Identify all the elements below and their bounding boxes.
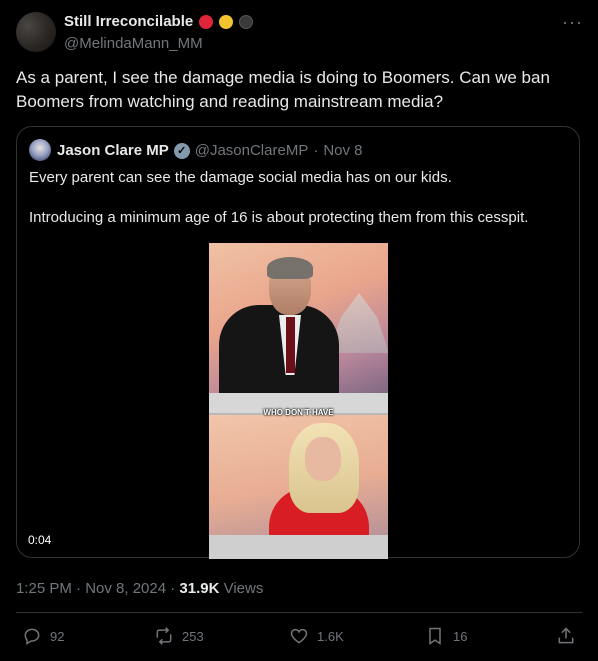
heart-icon: [290, 628, 308, 644]
quoted-header: Jason Clare MP ✓ @JasonClareMP · Nov 8: [57, 142, 363, 159]
views-count: 31.9K: [179, 580, 220, 597]
video-player[interactable]: WHO DON'T HAVE: [209, 243, 388, 559]
reply-button[interactable]: 92: [22, 626, 64, 646]
reply-count: 92: [50, 628, 65, 644]
quoted-text: Every parent can see the damage social m…: [29, 168, 569, 228]
share-button[interactable]: [556, 626, 576, 646]
more-options-icon[interactable]: ···: [562, 12, 583, 33]
share-icon: [558, 627, 574, 644]
like-button[interactable]: 1.6K: [289, 626, 344, 646]
quoted-date: Nov 8: [323, 142, 363, 159]
author-handle[interactable]: @MelindaMann_MM: [64, 35, 203, 52]
black-circle-emoji-icon: [239, 14, 254, 29]
tweet-meta: 1:25 PM · Nov 8, 2024 · 31.9K Views: [16, 580, 263, 597]
quoted-avatar: [29, 139, 51, 161]
quoted-text-line1: Every parent can see the damage social m…: [29, 169, 452, 186]
video-caption: WHO DON'T HAVE: [263, 408, 334, 417]
repost-icon: [156, 627, 172, 645]
author-name-row: Still Irreconcilable: [64, 13, 254, 30]
reply-icon: [24, 628, 40, 645]
bookmark-button[interactable]: 16: [425, 626, 467, 646]
man-tie: [286, 317, 295, 373]
author-avatar[interactable]: [16, 12, 56, 52]
repost-count: 253: [182, 628, 204, 644]
tweet-text: As a parent, I see the damage media is d…: [16, 68, 550, 111]
bookmark-icon: [429, 627, 441, 645]
video-frame-top: [209, 243, 388, 415]
yellow-circle-emoji-icon: [219, 14, 234, 29]
video-duration: 0:04: [28, 533, 52, 547]
verified-badge-icon: ✓: [173, 142, 190, 159]
divider: [16, 612, 582, 613]
bookmark-count: 16: [453, 628, 468, 644]
man-hair: [267, 257, 313, 279]
woman-face: [305, 437, 341, 481]
tweet-timestamp[interactable]: 1:25 PM · Nov 8, 2024 ·: [16, 580, 179, 597]
repost-button[interactable]: 253: [154, 626, 204, 646]
like-count: 1.6K: [317, 628, 344, 644]
quoted-text-line2: Introducing a minimum age of 16 is about…: [29, 209, 529, 226]
video-frame-bottom: [209, 415, 388, 559]
views-label: Views: [219, 580, 264, 597]
quoted-separator: ·: [313, 142, 319, 159]
table: [209, 535, 388, 559]
author-name[interactable]: Still Irreconcilable: [64, 13, 193, 30]
red-circle-emoji-icon: [199, 14, 214, 29]
quoted-author-name: Jason Clare MP: [57, 142, 169, 159]
quoted-handle: @JasonClareMP: [194, 142, 309, 159]
